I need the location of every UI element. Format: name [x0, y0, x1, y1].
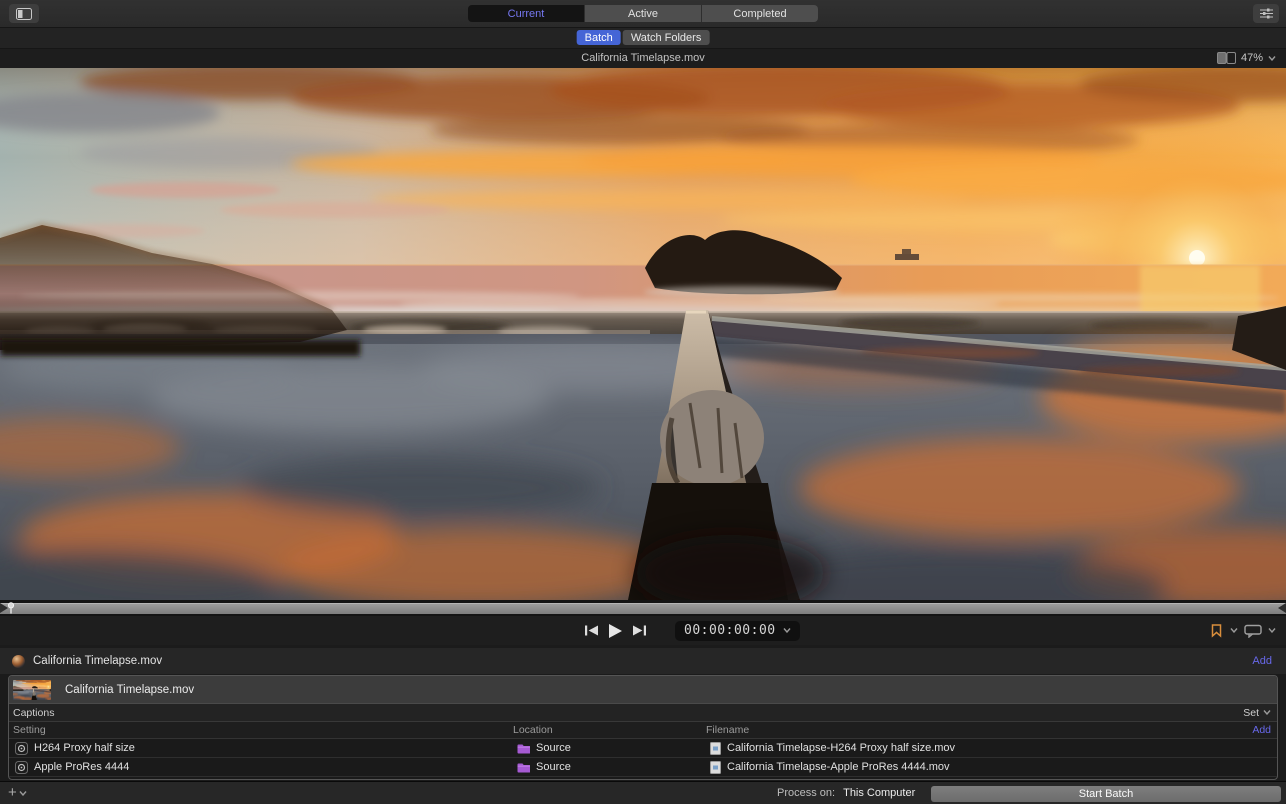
setting-icon	[15, 742, 28, 755]
batch-area: California Timelapse.mov Add California …	[0, 645, 1286, 781]
start-batch-button[interactable]: Start Batch	[931, 786, 1281, 802]
status-segmented-control: Current Active Completed	[468, 5, 818, 22]
marker-menu-chevron-icon[interactable]	[1230, 628, 1238, 633]
segment-active[interactable]: Active	[585, 5, 702, 22]
segment-active-label: Active	[628, 8, 658, 20]
output-row[interactable]: Apple ProRes 4444 Source California Time…	[9, 758, 1277, 777]
add-job-button[interactable]: +	[8, 786, 27, 800]
output-row[interactable]: H264 Proxy half size Source California T…	[9, 739, 1277, 758]
captions-set-label: Set	[1243, 707, 1259, 719]
chevron-down-icon	[1268, 56, 1276, 61]
previous-frame-button[interactable]	[585, 625, 598, 636]
captions-label: Captions	[13, 707, 54, 719]
preview-title: California Timelapse.mov	[0, 52, 1286, 64]
output-filename: California Timelapse-Apple ProRes 4444.m…	[727, 761, 950, 773]
chevron-down-icon	[1263, 710, 1271, 715]
tab-watch-folders[interactable]: Watch Folders	[623, 30, 710, 45]
tab-watch-folders-label: Watch Folders	[631, 32, 702, 44]
job-name: California Timelapse.mov	[65, 684, 194, 696]
start-batch-label: Start Batch	[1079, 788, 1133, 800]
chevron-down-icon	[19, 791, 27, 796]
segment-completed-label: Completed	[733, 8, 786, 20]
setting-icon	[15, 761, 28, 774]
footer-bar: + Process on: This Computer Start Batch	[0, 781, 1286, 804]
tab-batch-label: Batch	[585, 32, 613, 44]
sliders-icon	[1260, 8, 1273, 19]
source-media-name: California Timelapse.mov	[33, 655, 162, 667]
play-button[interactable]	[609, 624, 622, 638]
view-tab-row: Batch Watch Folders	[0, 28, 1286, 49]
tab-batch[interactable]: Batch	[577, 30, 621, 45]
transport-bar: 00:00:00:00	[0, 616, 1286, 646]
captions-row[interactable]: Captions Set	[9, 704, 1277, 722]
display-menu-chevron-icon[interactable]	[1268, 628, 1276, 633]
output-setting-name: H264 Proxy half size	[34, 742, 135, 754]
compressor-window: Current Active Completed Batch Watch Fol…	[0, 0, 1286, 804]
outputs-header-row: Setting Location Filename Add	[9, 722, 1277, 739]
chevron-down-icon	[783, 628, 791, 633]
preview-frame-image	[0, 68, 1286, 600]
movie-file-icon	[710, 742, 721, 755]
process-on-value: This Computer	[843, 787, 915, 799]
sidebar-toggle-button[interactable]	[9, 4, 39, 23]
process-on-label: Process on:	[777, 787, 835, 799]
zoom-control[interactable]: 47%	[1217, 52, 1276, 64]
movie-file-icon	[710, 761, 721, 774]
process-on-control: Process on: This Computer	[777, 786, 956, 800]
add-setting-link[interactable]: Add	[1252, 724, 1271, 736]
marker-icon[interactable]	[1209, 623, 1224, 638]
job-header-row[interactable]: California Timelapse.mov	[9, 676, 1277, 704]
captions-set-control[interactable]: Set	[1243, 707, 1271, 719]
timecode-display[interactable]: 00:00:00:00	[675, 621, 800, 641]
view-tabs: Batch Watch Folders	[577, 30, 710, 45]
trim-out-handle[interactable]	[1277, 603, 1286, 613]
column-filename: Filename	[706, 724, 749, 736]
plus-icon: +	[8, 786, 17, 800]
output-setting-name: Apple ProRes 4444	[34, 761, 129, 773]
folder-icon	[517, 743, 530, 754]
media-file-icon	[12, 655, 25, 668]
output-location: Source	[536, 761, 571, 773]
output-filename: California Timelapse-H264 Proxy half siz…	[727, 742, 955, 754]
column-setting: Setting	[13, 724, 46, 736]
folder-icon	[517, 762, 530, 773]
segment-current-label: Current	[508, 8, 545, 20]
playhead-pin[interactable]	[7, 602, 17, 614]
display-options-icon[interactable]	[1244, 624, 1262, 638]
column-location: Location	[513, 724, 553, 736]
zoom-level: 47%	[1241, 52, 1263, 64]
job-thumbnail	[13, 680, 51, 700]
compare-view-icon	[1217, 52, 1236, 64]
timecode-value: 00:00:00:00	[684, 623, 776, 638]
segment-completed[interactable]: Completed	[702, 5, 818, 22]
output-location: Source	[536, 742, 571, 754]
job-group: California Timelapse.mov Captions Set Se…	[8, 675, 1278, 780]
segment-current[interactable]: Current	[468, 5, 585, 22]
inspector-toggle-button[interactable]	[1253, 4, 1279, 23]
sidebar-icon	[16, 8, 32, 20]
next-frame-button[interactable]	[633, 625, 646, 636]
video-preview[interactable]	[0, 68, 1286, 600]
timeline-scrubber[interactable]	[0, 603, 1286, 614]
top-toolbar: Current Active Completed	[0, 0, 1286, 28]
timeline-strip	[0, 600, 1286, 616]
source-media-row[interactable]: California Timelapse.mov Add	[0, 648, 1286, 674]
add-output-link[interactable]: Add	[1252, 655, 1272, 667]
preview-title-bar: California Timelapse.mov 47%	[0, 49, 1286, 68]
